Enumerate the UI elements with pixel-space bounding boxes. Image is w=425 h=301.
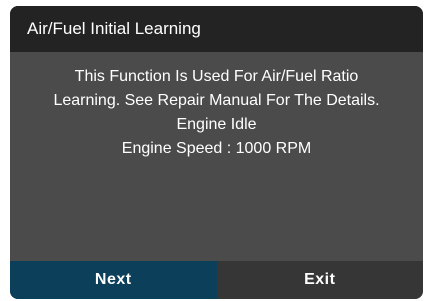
next-button[interactable]: Next [10,261,217,299]
dialog-message: This Function Is Used For Air/Fuel Ratio… [10,65,423,161]
dialog-button-row: Next Exit [10,261,423,299]
message-line-3: Engine Idle [176,116,257,133]
air-fuel-learning-dialog: Air/Fuel Initial Learning This Function … [10,6,423,299]
exit-button[interactable]: Exit [216,261,423,299]
dialog-title: Air/Fuel Initial Learning [10,6,423,52]
message-line-1: This Function Is Used For Air/Fuel Ratio [74,68,359,85]
message-line-2: Learning. See Repair Manual For The Deta… [53,92,380,109]
message-line-4: Engine Speed : 1000 RPM [121,140,312,157]
